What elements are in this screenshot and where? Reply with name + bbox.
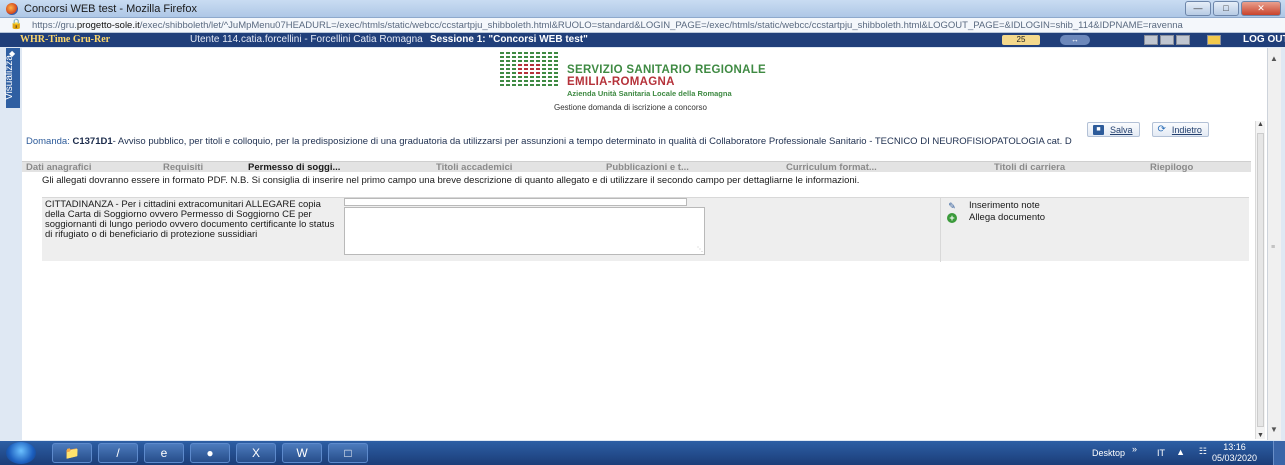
tab-requisiti[interactable]: Requisiti (163, 162, 248, 173)
start-button[interactable] (6, 442, 36, 464)
page-scroll-down-icon[interactable]: ▼ (1270, 425, 1278, 434)
url-domain: progetto-sole.it (76, 20, 140, 31)
details-textarea[interactable] (344, 207, 705, 255)
counter-badge[interactable]: 25 (1002, 35, 1040, 45)
scroll-up-icon[interactable]: ▲ (1257, 121, 1264, 128)
back-label: Indietro (1171, 124, 1202, 135)
side-tab-label: Visualizza (3, 55, 15, 100)
logout-link[interactable]: LOG OUT (1243, 34, 1285, 45)
maximize-button[interactable]: □ (1213, 1, 1239, 16)
attach-document-label: Allega documento (969, 212, 1046, 223)
lock-icon: 🔒 (10, 19, 23, 30)
clock[interactable]: 13:16 05/03/2020 (1212, 442, 1257, 464)
toolbar-icon-3[interactable] (1176, 35, 1190, 45)
excel-icon[interactable]: X (236, 443, 276, 463)
tab-titoli-accademici[interactable]: Titoli accademici (436, 162, 606, 173)
tab-titoli-carriera[interactable]: Titoli di carriera (994, 162, 1150, 173)
tab-permesso-soggiorno[interactable]: Permesso di soggi... (248, 162, 436, 173)
url-bar[interactable]: 🔒 https://gru.progetto-sole.it/exec/shib… (0, 18, 1285, 33)
org-name-line1: SERVIZIO SANITARIO REGIONALE (567, 64, 767, 76)
action-toolbar: ■ Salva ⟳ Indietro (1087, 122, 1209, 137)
window-title: Concorsi WEB test - Mozilla Firefox (24, 3, 197, 15)
save-button[interactable]: ■ Salva (1087, 122, 1140, 137)
session-info: Sessione 1: "Concorsi WEB test" (430, 34, 588, 45)
floppy-disk-icon: ■ (1093, 124, 1104, 135)
window-titlebar: Concorsi WEB test - Mozilla Firefox — □ … (0, 0, 1285, 18)
app-slash-icon[interactable]: / (98, 443, 138, 463)
attach-document-action[interactable]: + Allega documento (947, 212, 1045, 223)
document-description: CITTADINANZA - Per i cittadini extracomu… (45, 199, 335, 240)
firefox-taskbar-icon[interactable]: ● (190, 443, 230, 463)
step-tabs: Dati anagrafici Requisiti Permesso di so… (22, 161, 1251, 173)
domanda-code: C1371D1 (72, 136, 113, 147)
document-panel: CITTADINANZA - Per i cittadini extracomu… (42, 197, 1249, 262)
domanda-text: - Avviso pubblico, per titoli e colloqui… (112, 136, 1072, 147)
clock-date: 05/03/2020 (1211, 453, 1257, 463)
scroll-thumb[interactable] (1257, 133, 1264, 427)
close-button[interactable]: ✕ (1241, 1, 1281, 16)
page-scroll-up-icon[interactable]: ▲ (1270, 54, 1278, 63)
url-text[interactable]: https://gru.progetto-sole.it/exec/shibbo… (32, 20, 1277, 31)
domanda-label: Domanda: (26, 136, 70, 147)
page-scrollbar[interactable]: ▲ ≡ ▼ (1267, 48, 1281, 440)
ssr-logo (500, 52, 560, 92)
insert-notes-label: Inserimento note (969, 200, 1040, 211)
app-header: WHR-Time Gru-Rer Utente 114.catia.forcel… (0, 33, 1285, 47)
edit-note-icon: ✎ (948, 200, 956, 211)
resize-grip-icon[interactable]: ⋱ (697, 246, 703, 253)
inner-scrollbar[interactable]: ▲ ▼ (1255, 121, 1265, 439)
toolbar-icon-1[interactable] (1144, 35, 1158, 45)
toolbar-icon-2[interactable] (1160, 35, 1174, 45)
back-button[interactable]: ⟳ Indietro (1151, 122, 1209, 137)
short-description-input[interactable] (344, 198, 687, 206)
tray-up-icon[interactable]: ▲ (1176, 447, 1185, 457)
tab-dati-anagrafici[interactable]: Dati anagrafici (22, 162, 163, 173)
back-arrow-icon: ⟳ (1157, 124, 1166, 135)
tab-riepilogo[interactable]: Riepilogo (1150, 162, 1193, 173)
domanda-header: Domanda: C1371D1- Avviso pubblico, per t… (26, 137, 1251, 147)
save-label: Salva (1110, 124, 1133, 135)
desktop-toolbar[interactable]: Desktop (1092, 448, 1125, 458)
app-brand: WHR-Time Gru-Rer (20, 34, 111, 45)
visualizza-side-tab[interactable]: ◆ Visualizza (3, 48, 20, 108)
minimize-button[interactable]: — (1185, 1, 1211, 16)
network-icon[interactable]: ☷ (1199, 446, 1207, 457)
tab-curriculum[interactable]: Curriculum format... (786, 162, 994, 173)
main-content: SERVIZIO SANITARIO REGIONALE EMILIA-ROMA… (22, 48, 1267, 440)
attachments-info: Gli allegati dovranno essere in formato … (42, 175, 860, 186)
show-desktop-button[interactable] (1273, 441, 1285, 465)
url-prefix: https://gru. (32, 20, 77, 31)
word-icon[interactable]: W (282, 443, 322, 463)
user-info: Utente 114.catia.forcellini - Forcellini… (190, 34, 423, 45)
browser-window: Concorsi WEB test - Mozilla Firefox — □ … (0, 0, 1285, 465)
language-indicator[interactable]: IT (1157, 448, 1165, 458)
page-subtitle: Gestione domanda di iscrizione a concors… (554, 103, 707, 112)
insert-notes-action[interactable]: ✎ Inserimento note (947, 200, 1040, 211)
chevron-icon[interactable]: » (1132, 444, 1137, 454)
internet-explorer-icon[interactable]: e (144, 443, 184, 463)
toolbar-icon-4[interactable] (1207, 35, 1221, 45)
firefox-icon (6, 3, 18, 15)
url-rest: /exec/shibboleth/let/^JuMpMenu07HEADURL=… (139, 20, 1183, 31)
org-name-line3: Azienda Unità Sanitaria Locale della Rom… (567, 89, 732, 98)
search-toggle-icon[interactable]: ↔ (1060, 35, 1090, 45)
scroll-down-icon[interactable]: ▼ (1257, 432, 1264, 439)
paint-icon[interactable]: □ (328, 443, 368, 463)
add-icon: + (947, 212, 957, 223)
explorer-icon[interactable]: 📁 (52, 443, 92, 463)
org-name-line2: EMILIA-ROMAGNA (567, 76, 675, 88)
panel-divider (940, 198, 941, 262)
page-scroll-grip[interactable]: ≡ (1271, 244, 1275, 251)
clock-time: 13:16 (1223, 442, 1246, 452)
tab-pubblicazioni[interactable]: Pubblicazioni e t... (606, 162, 786, 173)
windows-taskbar: 📁 / e ● X W □ Desktop » IT ▲ ☷ 13:16 05/0… (0, 441, 1285, 465)
